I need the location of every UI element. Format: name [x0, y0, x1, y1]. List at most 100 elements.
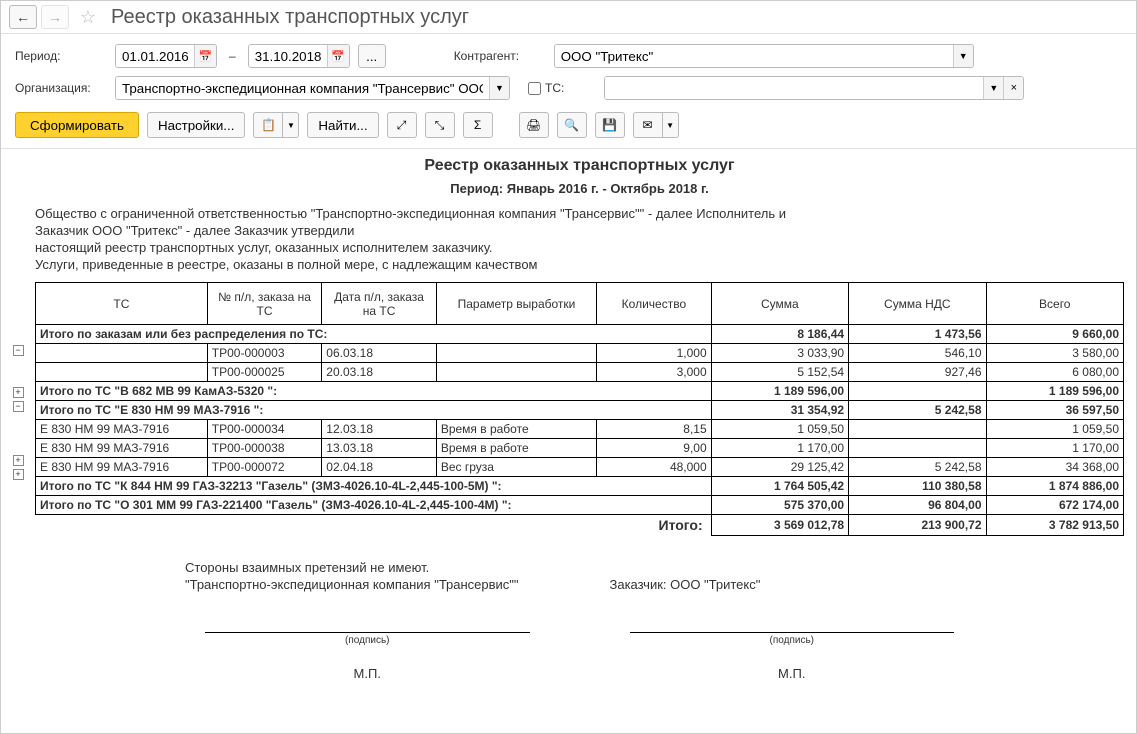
- cell-sum: 1 170,00: [711, 439, 848, 458]
- report-content: Реестр оказанных транспортных услуг Пери…: [35, 149, 1136, 733]
- cell-sum: 1 764 505,42: [711, 477, 848, 496]
- counterparty-dropdown-icon[interactable]: ▼: [953, 45, 973, 67]
- collapse-icon[interactable]: ⤡: [425, 112, 455, 138]
- group-label: Итого по ТС "К 844 НМ 99 ГАЗ-32213 "Газе…: [36, 477, 712, 496]
- signatures: Стороны взаимных претензий не имеют. "Тр…: [35, 560, 1124, 681]
- calendar-to-icon[interactable]: 📅: [327, 45, 349, 67]
- cell-sum: 1 059,50: [711, 420, 848, 439]
- cell-vat: [849, 439, 986, 458]
- stamp-label: М.П.: [610, 666, 975, 681]
- generate-button[interactable]: Сформировать: [15, 112, 139, 138]
- toolbar: Сформировать Настройки... 📋 ▼ Найти... ⤢…: [1, 106, 1136, 149]
- date-to-input[interactable]: [249, 45, 327, 67]
- print-icon[interactable]: 🖨: [519, 112, 549, 138]
- org-dropdown-icon[interactable]: ▼: [489, 77, 509, 99]
- email-icon[interactable]: ✉: [633, 112, 663, 138]
- org-input[interactable]: [116, 77, 489, 99]
- cell-sum: 1 189 596,00: [711, 382, 848, 401]
- cell-total: 1 059,50: [986, 420, 1124, 439]
- report-text: Общество с ограниченной ответственностью…: [35, 206, 1124, 221]
- expander[interactable]: −: [13, 401, 24, 412]
- expander[interactable]: +: [13, 387, 24, 398]
- stamp-label: М.П.: [185, 666, 550, 681]
- back-button[interactable]: ←: [9, 5, 37, 29]
- page-title: Реестр оказанных транспортных услуг: [111, 6, 469, 29]
- expand-icon[interactable]: ⤢: [387, 112, 417, 138]
- ts-checkbox[interactable]: [528, 82, 541, 95]
- cell-no: ТР00-000025: [207, 363, 322, 382]
- cell-ts: Е 830 НМ 99 МАЗ-7916: [36, 439, 208, 458]
- cell-total: 1 189 596,00: [986, 382, 1124, 401]
- th-sum: Сумма: [711, 283, 848, 325]
- cell-total: 34 368,00: [986, 458, 1124, 477]
- expander[interactable]: −: [13, 345, 24, 356]
- group-label: Итого по заказам или без распределения п…: [36, 325, 712, 344]
- ts-dropdown-icon[interactable]: ▼: [983, 77, 1003, 99]
- grand-sum: 3 569 012,78: [711, 515, 848, 536]
- cell-no: ТР00-000072: [207, 458, 322, 477]
- cell-total: 6 080,00: [986, 363, 1124, 382]
- expander[interactable]: +: [13, 469, 24, 480]
- ts-input[interactable]: [605, 77, 983, 99]
- ts-clear-icon[interactable]: ×: [1003, 77, 1023, 99]
- group-label: Итого по ТС "Е 830 НМ 99 МАЗ-7916 ":: [36, 401, 712, 420]
- cell-qty: 9,00: [597, 439, 712, 458]
- cell-vat: [849, 420, 986, 439]
- cell-no: ТР00-000038: [207, 439, 322, 458]
- report-text: Заказчик ООО "Тритекс" - далее Заказчик …: [35, 223, 1124, 238]
- cell-ts: [36, 344, 208, 363]
- filters-panel: Период: 📅 – 📅 ... Контрагент: ▼ Организа…: [1, 34, 1136, 106]
- table-row: ТР00-00002520.03.183,0005 152,54927,466 …: [36, 363, 1124, 382]
- counterparty-input[interactable]: [555, 45, 953, 67]
- report-text: настоящий реестр транспортных услуг, ока…: [35, 240, 1124, 255]
- email-dropdown-icon[interactable]: ▼: [663, 112, 679, 138]
- favorite-icon[interactable]: ☆: [77, 6, 99, 28]
- sig-caption: (подпись): [185, 635, 550, 646]
- table-row: Итого по ТС "В 682 МВ 99 КамАЗ-5320 ":1 …: [36, 382, 1124, 401]
- cell-qty: 1,000: [597, 344, 712, 363]
- cell-sum: 3 033,90: [711, 344, 848, 363]
- find-button[interactable]: Найти...: [307, 112, 378, 138]
- cell-param: Время в работе: [436, 439, 596, 458]
- th-param: Параметр выработки: [436, 283, 596, 325]
- cell-vat: 5 242,58: [849, 458, 986, 477]
- cell-total: 1 170,00: [986, 439, 1124, 458]
- cell-sum: 29 125,42: [711, 458, 848, 477]
- cell-qty: 3,000: [597, 363, 712, 382]
- variants-dropdown-icon[interactable]: ▼: [283, 112, 299, 138]
- th-qty: Количество: [597, 283, 712, 325]
- save-icon[interactable]: 💾: [595, 112, 625, 138]
- settings-button[interactable]: Настройки...: [147, 112, 245, 138]
- expander[interactable]: +: [13, 455, 24, 466]
- th-order-date: Дата п/л, заказа на ТС: [322, 283, 437, 325]
- variants-icon[interactable]: 📋: [253, 112, 283, 138]
- table-row: Е 830 НМ 99 МАЗ-7916ТР00-00003813.03.18В…: [36, 439, 1124, 458]
- date-from-input[interactable]: [116, 45, 194, 67]
- report-area: − + − + + Реестр оказанных транспортных …: [1, 149, 1136, 733]
- sum-icon[interactable]: Σ: [463, 112, 493, 138]
- table-row: Е 830 НМ 99 МАЗ-7916ТР00-00007202.04.18В…: [36, 458, 1124, 477]
- app-window: ← → ☆ Реестр оказанных транспортных услу…: [0, 0, 1137, 734]
- outline-gutter: − + − + +: [1, 149, 35, 733]
- table-row: Е 830 НМ 99 МАЗ-7916ТР00-00003412.03.18В…: [36, 420, 1124, 439]
- forward-button[interactable]: →: [41, 5, 69, 29]
- table-row: ТР00-00000306.03.181,0003 033,90546,103 …: [36, 344, 1124, 363]
- cell-no: ТР00-000003: [207, 344, 322, 363]
- period-picker-button[interactable]: ...: [358, 44, 386, 68]
- cell-total: 9 660,00: [986, 325, 1124, 344]
- grand-vat: 213 900,72: [849, 515, 986, 536]
- cell-param: Время в работе: [436, 420, 596, 439]
- cell-ts: [36, 363, 208, 382]
- cell-param: [436, 363, 596, 382]
- dash: –: [229, 49, 236, 63]
- table-row: Итого по ТС "К 844 НМ 99 ГАЗ-32213 "Газе…: [36, 477, 1124, 496]
- titlebar: ← → ☆ Реестр оказанных транспортных услу…: [1, 1, 1136, 34]
- cell-no: ТР00-000034: [207, 420, 322, 439]
- cell-param: Вес груза: [436, 458, 596, 477]
- th-vat: Сумма НДС: [849, 283, 986, 325]
- cell-total: 672 174,00: [986, 496, 1124, 515]
- cell-vat: 96 804,00: [849, 496, 986, 515]
- preview-icon[interactable]: 🔍: [557, 112, 587, 138]
- grand-total: 3 782 913,50: [986, 515, 1124, 536]
- calendar-from-icon[interactable]: 📅: [194, 45, 216, 67]
